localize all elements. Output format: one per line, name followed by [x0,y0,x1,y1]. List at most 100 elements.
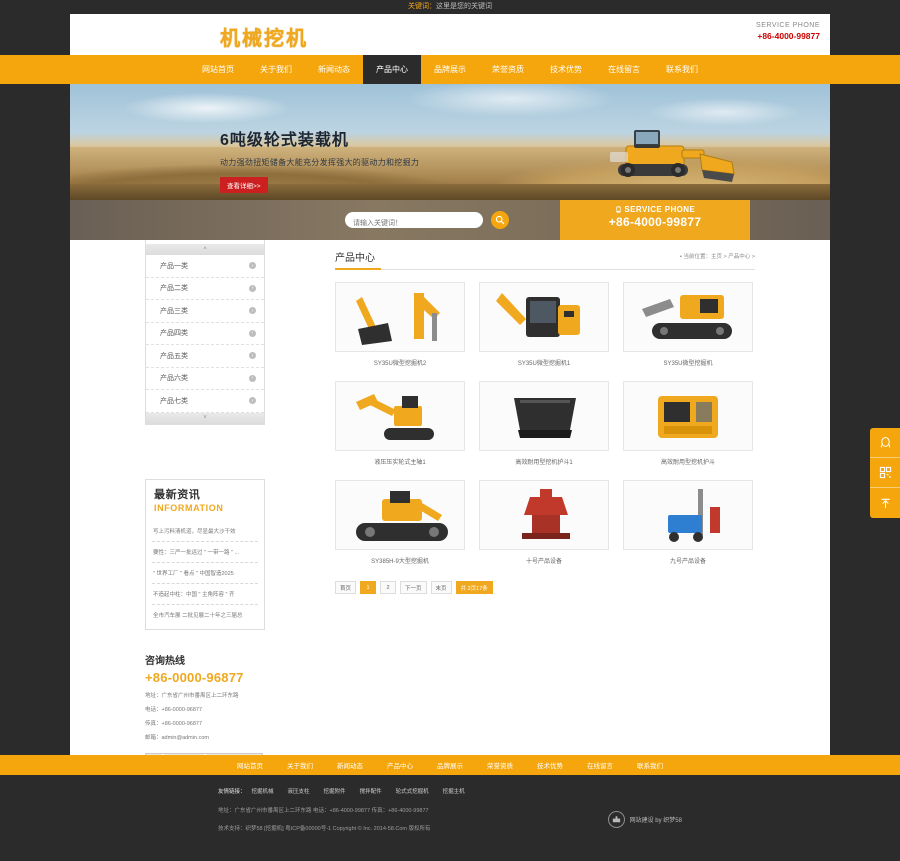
service-phone-label: SERVICE PHONE [756,22,820,29]
information-item[interactable]: 要性：三严一批运过 " 一带一路 " ... [152,542,258,563]
footer-nav-item-2[interactable]: 新闻动态 [325,760,375,770]
banner-text: 6吨级轮式装载机 动力强劲扭矩储备大能充分发挥强大的驱动力和挖掘力 查看详细>> [220,126,419,193]
information-item[interactable]: " 世界工厂 " 看点 " 中国智造2025 [152,563,258,584]
breadcrumb: ▪ 当前位置：主页 > 产品中心 > [680,252,755,260]
search-input[interactable] [345,215,483,232]
product-category-item[interactable]: 产品六类 › [146,368,264,390]
pager-page-2[interactable]: 2 [380,581,397,594]
product-category-item[interactable]: 产品三类 › [146,300,264,323]
product-name: SY35U微型挖掘机2 [373,361,427,367]
pager-page-1[interactable]: 1 [360,581,377,594]
product-card[interactable]: 十号产品设备 [479,480,609,565]
nav-item-6[interactable]: 技术优势 [537,55,595,84]
service-phone-block-number: +86-4000-99877 [608,215,702,229]
search-button[interactable] [491,211,509,229]
header-service: SERVICE PHONE +86-4000-99877 [756,22,820,41]
footer-nav-item-0[interactable]: 网站首页 [225,760,275,770]
product-name: SY35U微型挖掘机 [663,361,713,367]
product-thumbnail [479,480,609,550]
site-logo[interactable]: 机械挖机 [220,22,308,51]
nav-item-0[interactable]: 网站首页 [189,55,247,84]
chevron-right-icon: › [249,397,256,405]
product-category-item[interactable]: 产品一类 › [146,255,264,278]
nav-item-8[interactable]: 联系我们 [653,55,711,84]
product-category-label: 产品七类 [160,397,188,405]
footer-inner: 友情链接： 挖掘机械 液压支柱 挖掘附件 搅拌配件 轮式式挖掘机 挖掘主机 地址：广东省广州… [218,787,668,832]
product-card[interactable]: 高效耐用型挖机护斗 [623,381,753,466]
banner-detail-button[interactable]: 查看详细>> [220,177,268,193]
friendlink-1[interactable]: 液压支柱 [288,789,310,795]
nav-item-2[interactable]: 新闻动态 [305,55,363,84]
friendlink-3[interactable]: 搅拌配件 [360,789,382,795]
product-thumbnail [623,282,753,352]
friendlink-0[interactable]: 挖掘机械 [252,789,274,795]
qq-icon [880,436,890,448]
left-dark-rail [0,0,70,861]
pager-last[interactable]: 末页 [430,581,452,594]
product-category-item[interactable]: 产品五类 › [146,345,264,368]
product-grid: SY35U微型挖掘机2 SY35U微型挖掘机1 SY35U微型挖掘机液压压实轮式主轴… [335,282,755,565]
product-card[interactable]: 液压压实轮式主轴1 [335,381,465,466]
information-item[interactable]: 不造起中柱：中国 " 主角阵容 " 齐 [152,584,258,605]
product-card[interactable]: SY385H-9大型挖掘机 [335,480,465,565]
product-category-label: 产品四类 [160,330,188,338]
keyword-text: 这里是您的关键词 [436,3,492,10]
product-category-item[interactable]: 产品二类 › [146,278,264,300]
float-toolbar [870,428,900,518]
footer-nav-item-1[interactable]: 关于我们 [275,760,325,770]
friendlinks-label: 友情链接： [218,789,246,795]
footer-nav-item-5[interactable]: 荣誉资质 [475,760,525,770]
product-card[interactable]: SY35U微型挖掘机 [623,282,753,367]
information-item[interactable]: 写上污料清机道，尽显最大沙干效 [152,521,258,542]
footer-nav-item-4[interactable]: 品牌展示 [425,760,475,770]
keyword-label: 关键词： [408,3,436,10]
footer-nav-item-7[interactable]: 在线留言 [575,760,625,770]
search-box [345,212,483,232]
service-phone-number: +86-4000-99877 [757,31,820,41]
footer-contact: 地址：广东省广州市番禺区上二环东路 电话：+86-4000-99877 传真：+… [218,808,429,814]
footer-nav-item-8[interactable]: 联系我们 [625,760,675,770]
page-root: 关键词：这里是您的关键词 机械挖机 SERVICE PHONE +86-4000… [0,0,900,861]
pager-first[interactable]: 首页 [335,581,357,594]
search-icon [495,215,505,225]
nav-item-4[interactable]: 品牌展示 [421,55,479,84]
product-thumbnail [623,480,753,550]
product-card[interactable]: SY35U微型挖掘机1 [479,282,609,367]
product-category-list: ^ 产品一类 › 产品二类 › 产品三类 › 产品四类 › 产品五类 › 产品六类 › 产品七类 › ˅ [145,244,265,425]
product-category-item[interactable]: 产品七类 › [146,390,264,413]
footer-nav-item-3[interactable]: 产品中心 [375,760,425,770]
product-card[interactable]: 高效耐用型挖机护斗1 [479,381,609,466]
product-card[interactable]: 九号产品设备 [623,480,753,565]
nav-item-1[interactable]: 关于我们 [247,55,305,84]
nav-item-7[interactable]: 在线留言 [595,55,653,84]
nav-item-5[interactable]: 荣誉资质 [479,55,537,84]
information-item[interactable]: 全市汽车展 二批见展二十年之三届总 [152,605,258,625]
qq-button[interactable] [870,428,900,458]
nav-item-3[interactable]: 产品中心 [363,55,421,84]
back-to-top-button[interactable] [870,488,900,518]
search-strip: SERVICE PHONE +86-4000-99877 [70,200,830,240]
category-scroll-up[interactable]: ^ [146,244,264,255]
hotline-line: 传真：+86-0000-96877 [145,720,203,727]
information-header: 最新资讯 INFORMATION [145,478,265,518]
qrcode-button[interactable] [870,458,900,488]
product-name: 高效耐用型挖机护斗1 [515,460,573,466]
pager-total[interactable]: 共 2页17条 [455,581,493,594]
section-header: 产品中心 ▪ 当前位置：主页 > 产品中心 > [335,248,755,270]
excavator-illustration [610,130,735,182]
product-card[interactable]: SY35U微型挖掘机2 [335,282,465,367]
phone-icon [616,206,621,213]
category-scroll-down[interactable]: ˅ [146,412,264,424]
footer-nav-item-6[interactable]: 技术优势 [525,760,575,770]
footer-copyright: 技术支持：织梦58 [挖掘机] 粤ICP备00000号-1 Copyright … [218,826,431,832]
site-header: 机械挖机 SERVICE PHONE +86-4000-99877 [70,14,830,55]
product-category-item[interactable]: 产品四类 › [146,323,264,345]
pager-next[interactable]: 下一页 [400,581,427,594]
product-category-label: 产品一类 [160,262,188,270]
footer-badge[interactable]: 网站建设 by 织梦58 [607,811,682,828]
page-title: 产品中心 [335,253,375,264]
content-area: 产品中心 PRODUCT CENTER ^ 产品一类›产品二类›产品三类›产品四… [70,204,830,827]
friendlink-4[interactable]: 轮式式挖掘机 [396,789,429,795]
friendlink-2[interactable]: 挖掘附件 [324,789,346,795]
friendlink-5[interactable]: 挖掘主机 [443,789,465,795]
